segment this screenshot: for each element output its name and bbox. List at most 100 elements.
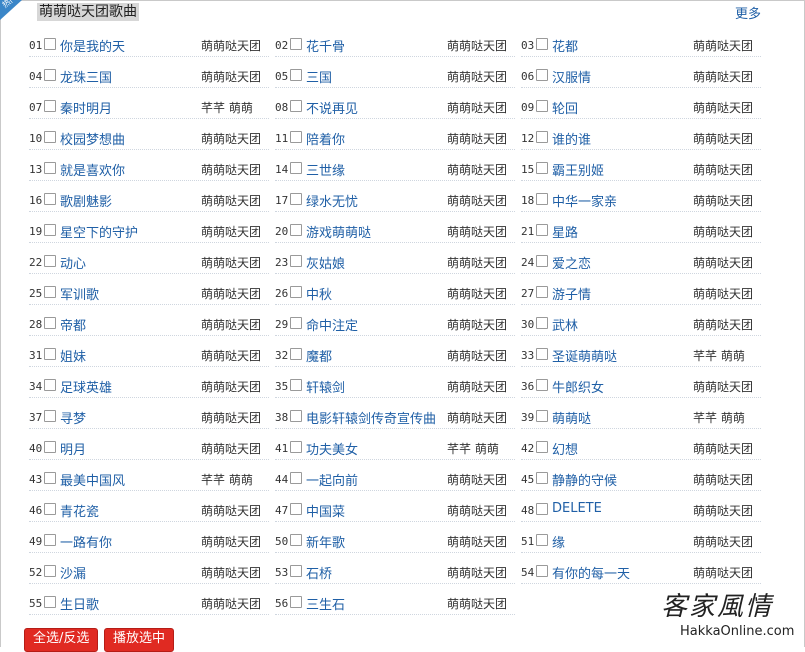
song-title-link[interactable]: 足球英雄 <box>60 377 112 396</box>
song-checkbox[interactable] <box>536 348 548 360</box>
song-checkbox[interactable] <box>44 162 56 174</box>
song-checkbox[interactable] <box>290 348 302 360</box>
song-checkbox[interactable] <box>536 162 548 174</box>
song-title-link[interactable]: 圣诞萌萌哒 <box>552 346 617 365</box>
song-checkbox[interactable] <box>290 565 302 577</box>
song-title-link[interactable]: 就是喜欢你 <box>60 160 125 179</box>
song-title-link[interactable]: 龙珠三国 <box>60 67 112 86</box>
play-selected-button[interactable]: 播放选中 <box>104 628 175 652</box>
song-checkbox[interactable] <box>290 379 302 391</box>
song-checkbox[interactable] <box>536 503 548 515</box>
song-checkbox[interactable] <box>44 441 56 453</box>
song-checkbox[interactable] <box>44 503 56 515</box>
song-title-link[interactable]: 动心 <box>60 253 86 272</box>
song-checkbox[interactable] <box>44 131 56 143</box>
song-checkbox[interactable] <box>536 534 548 546</box>
song-title-link[interactable]: 轩辕剑 <box>306 377 345 396</box>
song-title-link[interactable]: 星路 <box>552 222 578 241</box>
song-checkbox[interactable] <box>44 224 56 236</box>
song-title-link[interactable]: 新年歌 <box>306 532 345 551</box>
song-title-link[interactable]: 霸王别姬 <box>552 160 604 179</box>
song-title-link[interactable]: 帝都 <box>60 315 86 334</box>
song-checkbox[interactable] <box>290 224 302 236</box>
song-title-link[interactable]: 魔都 <box>306 346 332 365</box>
song-checkbox[interactable] <box>290 100 302 112</box>
song-checkbox[interactable] <box>290 534 302 546</box>
song-title-link[interactable]: 最美中国风 <box>60 470 125 489</box>
song-checkbox[interactable] <box>536 286 548 298</box>
song-title-link[interactable]: 功夫美女 <box>306 439 358 458</box>
song-title-link[interactable]: 你是我的天 <box>60 36 125 55</box>
song-checkbox[interactable] <box>44 317 56 329</box>
song-checkbox[interactable] <box>290 162 302 174</box>
song-checkbox[interactable] <box>536 379 548 391</box>
song-checkbox[interactable] <box>536 441 548 453</box>
song-checkbox[interactable] <box>44 534 56 546</box>
song-checkbox[interactable] <box>536 410 548 422</box>
song-checkbox[interactable] <box>536 38 548 50</box>
song-checkbox[interactable] <box>44 472 56 484</box>
song-checkbox[interactable] <box>290 503 302 515</box>
song-title-link[interactable]: 电影轩辕剑传奇宣传曲 <box>306 408 436 427</box>
song-title-link[interactable]: 一起向前 <box>306 470 358 489</box>
song-checkbox[interactable] <box>536 100 548 112</box>
song-checkbox[interactable] <box>290 410 302 422</box>
song-title-link[interactable]: 秦时明月 <box>60 98 112 117</box>
song-checkbox[interactable] <box>44 69 56 81</box>
song-title-link[interactable]: 轮回 <box>552 98 578 117</box>
song-title-link[interactable]: 灰姑娘 <box>306 253 345 272</box>
song-checkbox[interactable] <box>536 131 548 143</box>
song-title-link[interactable]: 游戏萌萌哒 <box>306 222 371 241</box>
song-title-link[interactable]: 游子情 <box>552 284 591 303</box>
song-title-link[interactable]: 谁的谁 <box>552 129 591 148</box>
song-title-link[interactable]: 命中注定 <box>306 315 358 334</box>
song-title-link[interactable]: 三世缘 <box>306 160 345 179</box>
song-title-link[interactable]: 校园梦想曲 <box>60 129 125 148</box>
song-title-link[interactable]: 明月 <box>60 439 86 458</box>
song-title-link[interactable]: 缘 <box>552 532 565 551</box>
song-title-link[interactable]: 爱之恋 <box>552 253 591 272</box>
song-title-link[interactable]: 石桥 <box>306 563 332 582</box>
song-checkbox[interactable] <box>536 255 548 267</box>
song-checkbox[interactable] <box>536 472 548 484</box>
song-checkbox[interactable] <box>536 69 548 81</box>
song-checkbox[interactable] <box>44 596 56 608</box>
song-title-link[interactable]: 幻想 <box>552 439 578 458</box>
song-title-link[interactable]: 姐妹 <box>60 346 86 365</box>
song-title-link[interactable]: 军训歌 <box>60 284 99 303</box>
song-title-link[interactable]: 陪着你 <box>306 129 345 148</box>
song-checkbox[interactable] <box>44 379 56 391</box>
song-checkbox[interactable] <box>536 317 548 329</box>
song-checkbox[interactable] <box>44 286 56 298</box>
song-checkbox[interactable] <box>536 565 548 577</box>
song-checkbox[interactable] <box>290 131 302 143</box>
song-title-link[interactable]: 花千骨 <box>306 36 345 55</box>
song-title-link[interactable]: 寻梦 <box>60 408 86 427</box>
song-checkbox[interactable] <box>290 441 302 453</box>
song-checkbox[interactable] <box>290 472 302 484</box>
song-checkbox[interactable] <box>44 100 56 112</box>
song-title-link[interactable]: 一路有你 <box>60 532 112 551</box>
song-title-link[interactable]: 中华一家亲 <box>552 191 617 210</box>
song-checkbox[interactable] <box>290 38 302 50</box>
song-title-link[interactable]: 萌萌哒 <box>552 408 591 427</box>
song-title-link[interactable]: 武林 <box>552 315 578 334</box>
song-title-link[interactable]: 星空下的守护 <box>60 222 138 241</box>
song-checkbox[interactable] <box>290 69 302 81</box>
song-checkbox[interactable] <box>44 193 56 205</box>
song-title-link[interactable]: 牛郎织女 <box>552 377 604 396</box>
song-title-link[interactable]: 歌剧魅影 <box>60 191 112 210</box>
song-title-link[interactable]: 三生石 <box>306 594 345 613</box>
song-title-link[interactable]: 三国 <box>306 67 332 86</box>
song-title-link[interactable]: 沙漏 <box>60 563 86 582</box>
song-title-link[interactable]: 有你的每一天 <box>552 563 630 582</box>
song-checkbox[interactable] <box>290 255 302 267</box>
song-title-link[interactable]: 中秋 <box>306 284 332 303</box>
song-checkbox[interactable] <box>44 565 56 577</box>
song-checkbox[interactable] <box>290 286 302 298</box>
song-title-link[interactable]: 花都 <box>552 36 578 55</box>
song-title-link[interactable]: 汉服情 <box>552 67 591 86</box>
select-all-button[interactable]: 全选/反选 <box>24 628 99 652</box>
song-title-link[interactable]: 绿水无忧 <box>306 191 358 210</box>
song-title-link[interactable]: DELETE <box>552 501 602 516</box>
